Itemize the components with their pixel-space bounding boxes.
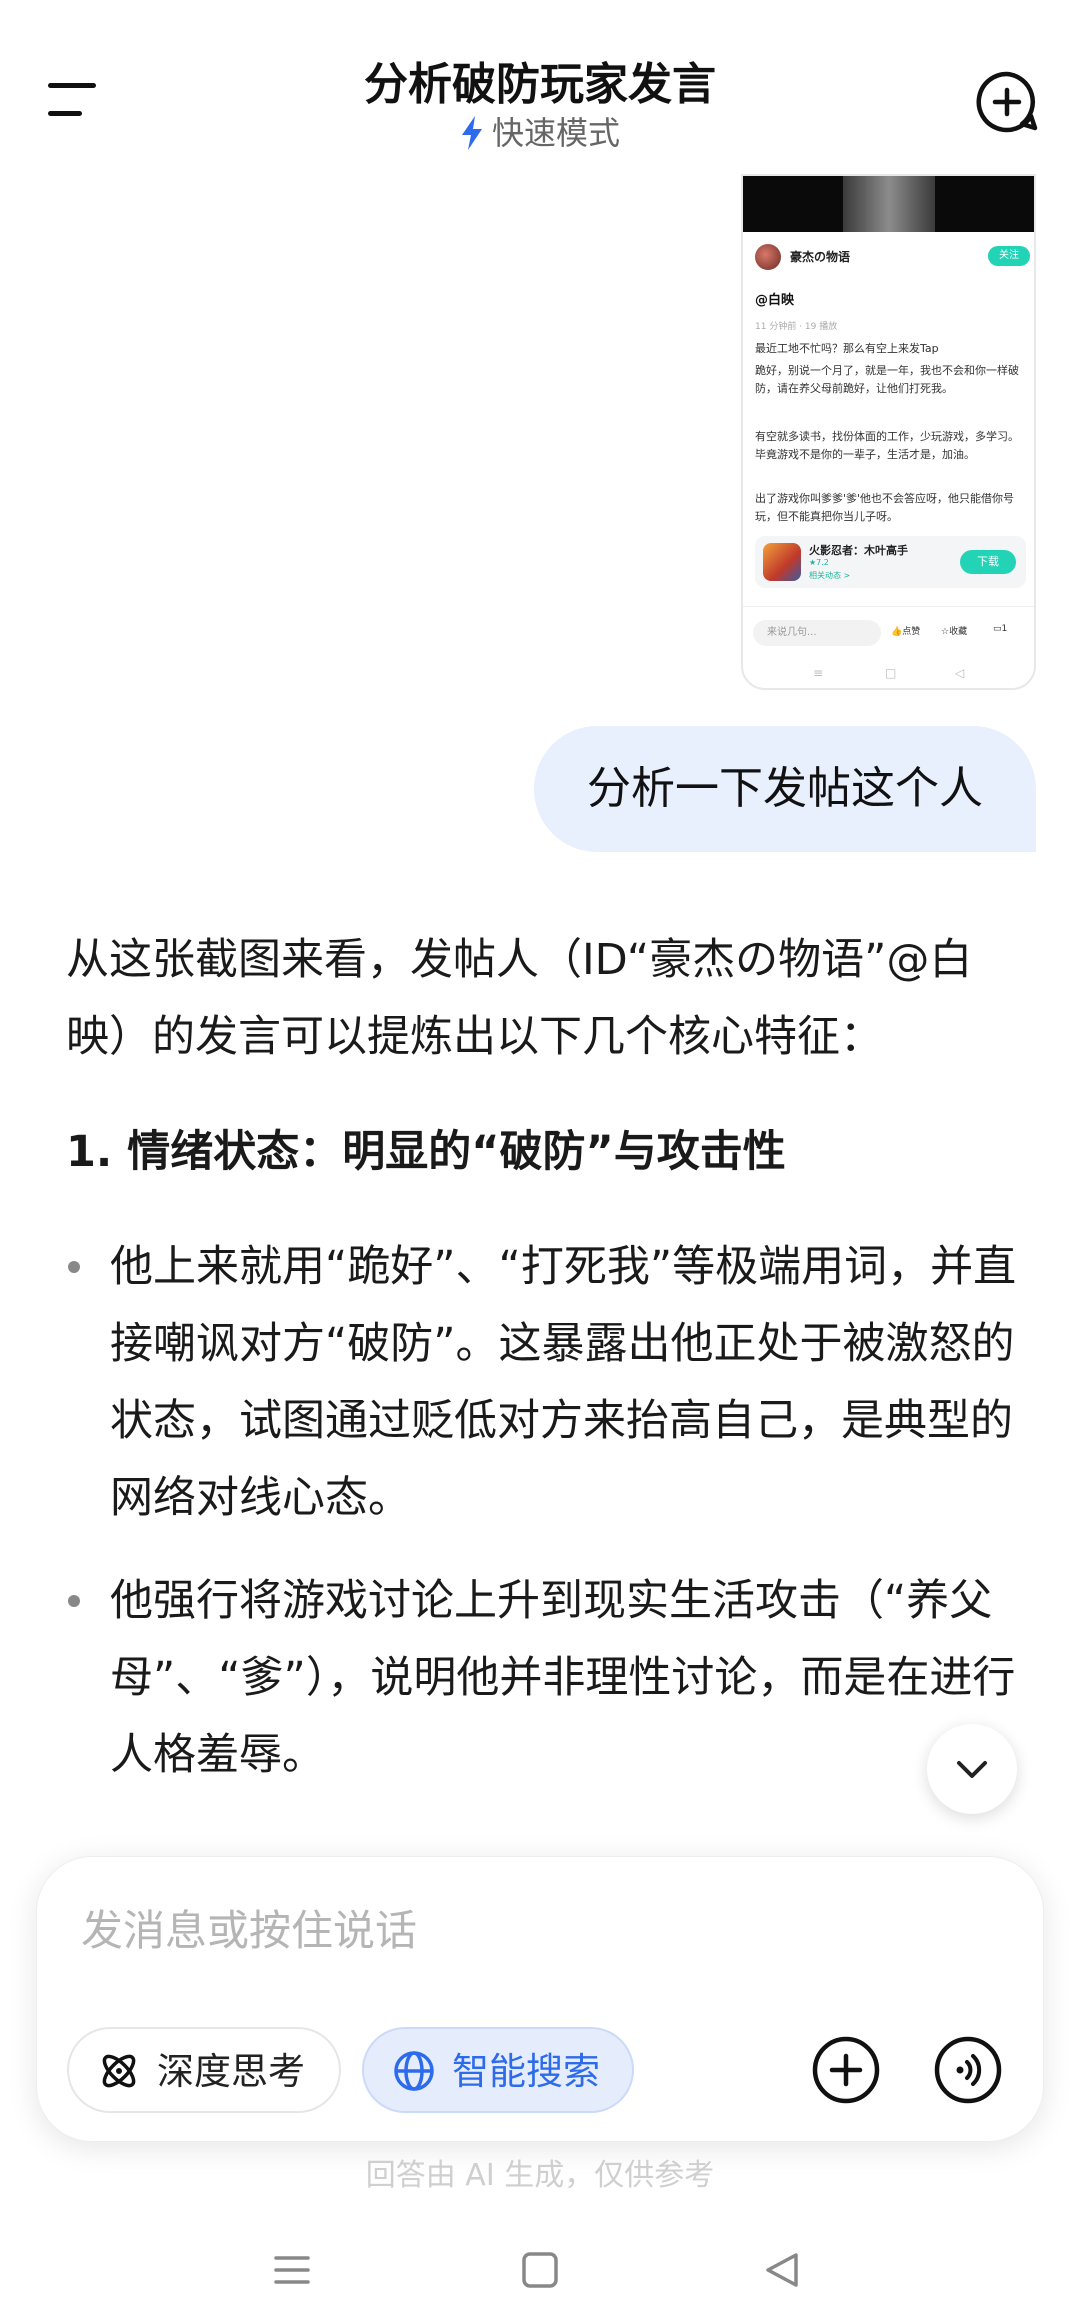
answer-list: 他上来就用“跪好”、“打死我”等极端用词，并直接嘲讽对方“破防”。这暴露出他正处…	[66, 1229, 1026, 1794]
favorite-label: 收藏	[949, 627, 968, 637]
smart-search-label: 智能搜索	[452, 2050, 600, 2093]
deep-think-label: 深度思考	[157, 2050, 305, 2093]
game-rating: ★7.2	[809, 558, 829, 567]
post-username: 豪杰の物语	[790, 250, 851, 264]
home-icon[interactable]	[520, 2250, 560, 2290]
download-button: 下载	[960, 550, 1016, 574]
star-icon: ☆收藏	[941, 627, 968, 637]
home-icon: □	[885, 666, 897, 680]
voice-call-icon[interactable]	[933, 2035, 1003, 2105]
list-item-text: 他强行将游戏讨论上升到现实生活攻击（“养父母”、“爹”），说明他并非理性讨论，而…	[110, 1576, 1016, 1780]
message-input[interactable]: 发消息或按住说话	[81, 1897, 417, 1958]
post-handle: @白映	[755, 293, 795, 308]
comment-icon: ▭1	[993, 624, 1008, 634]
chevron-down-icon	[957, 1761, 987, 1778]
list-item-text: 他上来就用“跪好”、“打死我”等极端用词，并直接嘲讽对方“破防”。这暴露出他正处…	[110, 1242, 1017, 1523]
list-item: 他强行将游戏讨论上升到现实生活攻击（“养父母”、“爹”），说明他并非理性讨论，而…	[66, 1563, 1026, 1794]
lightning-icon	[461, 116, 482, 150]
message-composer[interactable]: 发消息或按住说话 深度思考 智能搜索	[36, 1856, 1044, 2142]
assistant-answer: 从这张截图来看，发帖人（ID“豪杰の物语”@白映）的发言可以提炼出以下几个核心特…	[66, 922, 1026, 1820]
system-navigation-bar	[0, 2220, 1080, 2320]
post-line: 最近工地不忙吗？那么有空上来发Tap	[755, 342, 939, 355]
follow-button: 关注	[988, 246, 1030, 266]
comment-count: 1	[1001, 624, 1008, 634]
like-label: 点赞	[902, 627, 921, 637]
atom-icon	[102, 2054, 136, 2088]
list-item: 他上来就用“跪好”、“打死我”等极端用词，并直接嘲讽对方“破防”。这暴露出他正处…	[66, 1229, 1026, 1537]
ai-disclaimer: 回答由 AI 生成，仅供参考	[365, 2158, 715, 2193]
back-icon[interactable]	[762, 2250, 802, 2290]
mode-label: 快速模式	[491, 114, 620, 152]
answer-heading: 1. 情绪状态：明显的“破防”与攻击性	[66, 1127, 786, 1177]
mode-indicator[interactable]: 快速模式	[0, 108, 1080, 154]
scroll-to-bottom-button[interactable]	[927, 1724, 1017, 1814]
recent-apps-icon[interactable]	[272, 2250, 312, 2290]
post-line: 跪好，别说一个月了，就是一年，我也不会和你一样破防，请在养父母前跪好，让他们打死…	[755, 364, 1019, 395]
add-attachment-icon[interactable]	[811, 2035, 881, 2105]
post-line: 出了游戏你叫爹爹'爹'他也不会答应呀，他只能借你号玩，但不能真把你当儿子呀。	[755, 492, 1015, 523]
deep-think-button[interactable]: 深度思考	[67, 2027, 341, 2113]
post-author-row: 豪杰の物语 关注	[755, 240, 1030, 276]
new-chat-icon[interactable]	[975, 70, 1039, 134]
post-line: 有空就多读书，找份体面的工作，少玩游戏，多学习。毕竟游戏不是你的一辈子，生活才是…	[755, 430, 1019, 461]
conversation-title: 分析破防玩家发言	[364, 59, 716, 110]
post-photo	[743, 176, 1034, 232]
game-link: 相关动态 >	[809, 571, 851, 580]
post-meta: 11 分钟前 · 19 播放	[755, 322, 838, 332]
header: 分析破防玩家发言 快速模式	[0, 0, 1080, 165]
game-icon	[763, 543, 801, 581]
like-icon: 👍点赞	[891, 627, 921, 637]
back-icon: ◁	[955, 666, 965, 680]
avatar	[755, 244, 781, 270]
user-message: 分析一下发帖这个人	[534, 726, 1036, 852]
game-card: 火影忍者：木叶高手 ★7.2 相关动态 > 下载	[755, 536, 1026, 588]
game-name: 火影忍者：木叶高手	[809, 544, 908, 557]
menu-icon: ≡	[813, 666, 824, 680]
reply-input: 来说几句...	[753, 620, 881, 646]
smart-search-button[interactable]: 智能搜索	[362, 2027, 634, 2113]
globe-icon	[394, 2051, 434, 2091]
attached-screenshot[interactable]: 豪杰の物语 关注 @白映 11 分钟前 · 19 播放 最近工地不忙吗？那么有空…	[741, 174, 1036, 690]
answer-intro: 从这张截图来看，发帖人（ID“豪杰の物语”@白映）的发言可以提炼出以下几个核心特…	[66, 935, 973, 1062]
